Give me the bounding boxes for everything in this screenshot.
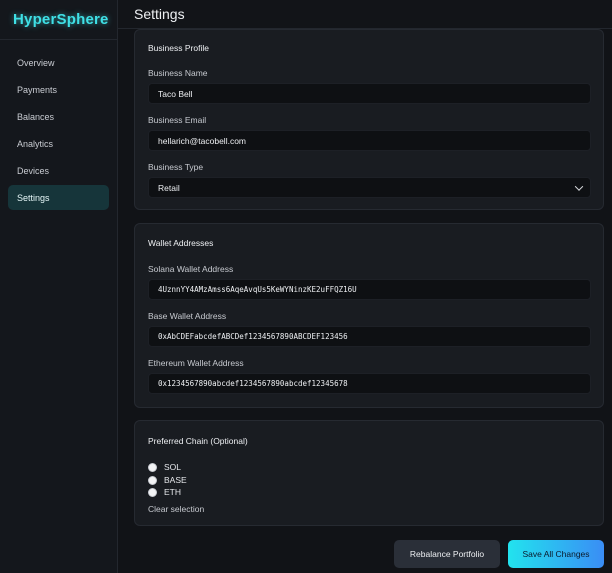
chain-option-label: SOL	[164, 462, 182, 472]
sidebar: HyperSphere Overview Payments Balances A…	[0, 0, 118, 573]
sidebar-item-devices[interactable]: Devices	[8, 158, 109, 183]
wallet-addresses-title: Wallet Addresses	[148, 238, 214, 248]
page-header: Settings	[118, 0, 612, 29]
business-profile-card: Business Profile Business Name Business …	[134, 29, 604, 210]
chain-option-label: BASE	[164, 475, 187, 485]
business-email-label: Business Email	[148, 115, 207, 125]
base-wallet-input[interactable]	[148, 326, 591, 347]
business-type-select[interactable]: Retail	[148, 177, 591, 198]
sidebar-item-settings[interactable]: Settings	[8, 185, 109, 210]
preferred-chain-title: Preferred Chain (Optional)	[148, 436, 248, 446]
solana-wallet-label: Solana Wallet Address	[148, 264, 234, 274]
solana-wallet-input[interactable]	[148, 279, 591, 300]
chain-option-sol[interactable]: SOL	[148, 461, 181, 473]
save-all-changes-button[interactable]: Save All Changes	[508, 540, 604, 568]
sidebar-item-label: Overview	[17, 57, 55, 68]
main-content: Settings Business Profile Business Name …	[118, 0, 612, 573]
sidebar-item-overview[interactable]: Overview	[8, 50, 109, 75]
radio-base[interactable]	[148, 475, 157, 485]
sidebar-item-balances[interactable]: Balances	[8, 104, 109, 129]
sidebar-item-payments[interactable]: Payments	[8, 77, 109, 102]
sidebar-item-analytics[interactable]: Analytics	[8, 131, 109, 156]
clear-selection-link[interactable]: Clear selection	[148, 504, 204, 514]
business-name-input[interactable]	[148, 83, 591, 104]
radio-eth[interactable]	[148, 487, 157, 497]
sidebar-item-label: Payments	[17, 84, 58, 95]
page-title: Settings	[134, 6, 185, 22]
business-type-value: Retail	[158, 182, 180, 193]
business-profile-title: Business Profile	[148, 43, 209, 53]
chain-option-label: ETH	[164, 487, 181, 497]
base-wallet-label: Base Wallet Address	[148, 311, 227, 321]
preferred-chain-card: Preferred Chain (Optional) SOL BASE ETH …	[134, 420, 604, 526]
sidebar-item-label: Analytics	[17, 138, 54, 149]
sidebar-item-label: Settings	[17, 192, 50, 203]
brand-logo[interactable]: HyperSphere	[13, 11, 109, 28]
chevron-down-icon	[574, 181, 584, 191]
brand: HyperSphere	[0, 0, 117, 40]
sidebar-item-label: Devices	[17, 165, 50, 176]
sidebar-item-label: Balances	[17, 111, 55, 122]
sidebar-nav: Overview Payments Balances Analytics Dev…	[0, 40, 117, 210]
ethereum-wallet-input[interactable]	[148, 373, 591, 394]
rebalance-portfolio-button[interactable]: Rebalance Portfolio	[394, 540, 500, 568]
wallet-addresses-card: Wallet Addresses Solana Wallet Address B…	[134, 223, 604, 408]
chain-option-base[interactable]: BASE	[148, 474, 187, 486]
ethereum-wallet-label: Ethereum Wallet Address	[148, 358, 244, 368]
business-email-input[interactable]	[148, 130, 591, 151]
radio-sol[interactable]	[148, 462, 157, 472]
business-type-label: Business Type	[148, 162, 204, 172]
business-name-label: Business Name	[148, 68, 208, 78]
chain-option-eth[interactable]: ETH	[148, 486, 181, 498]
